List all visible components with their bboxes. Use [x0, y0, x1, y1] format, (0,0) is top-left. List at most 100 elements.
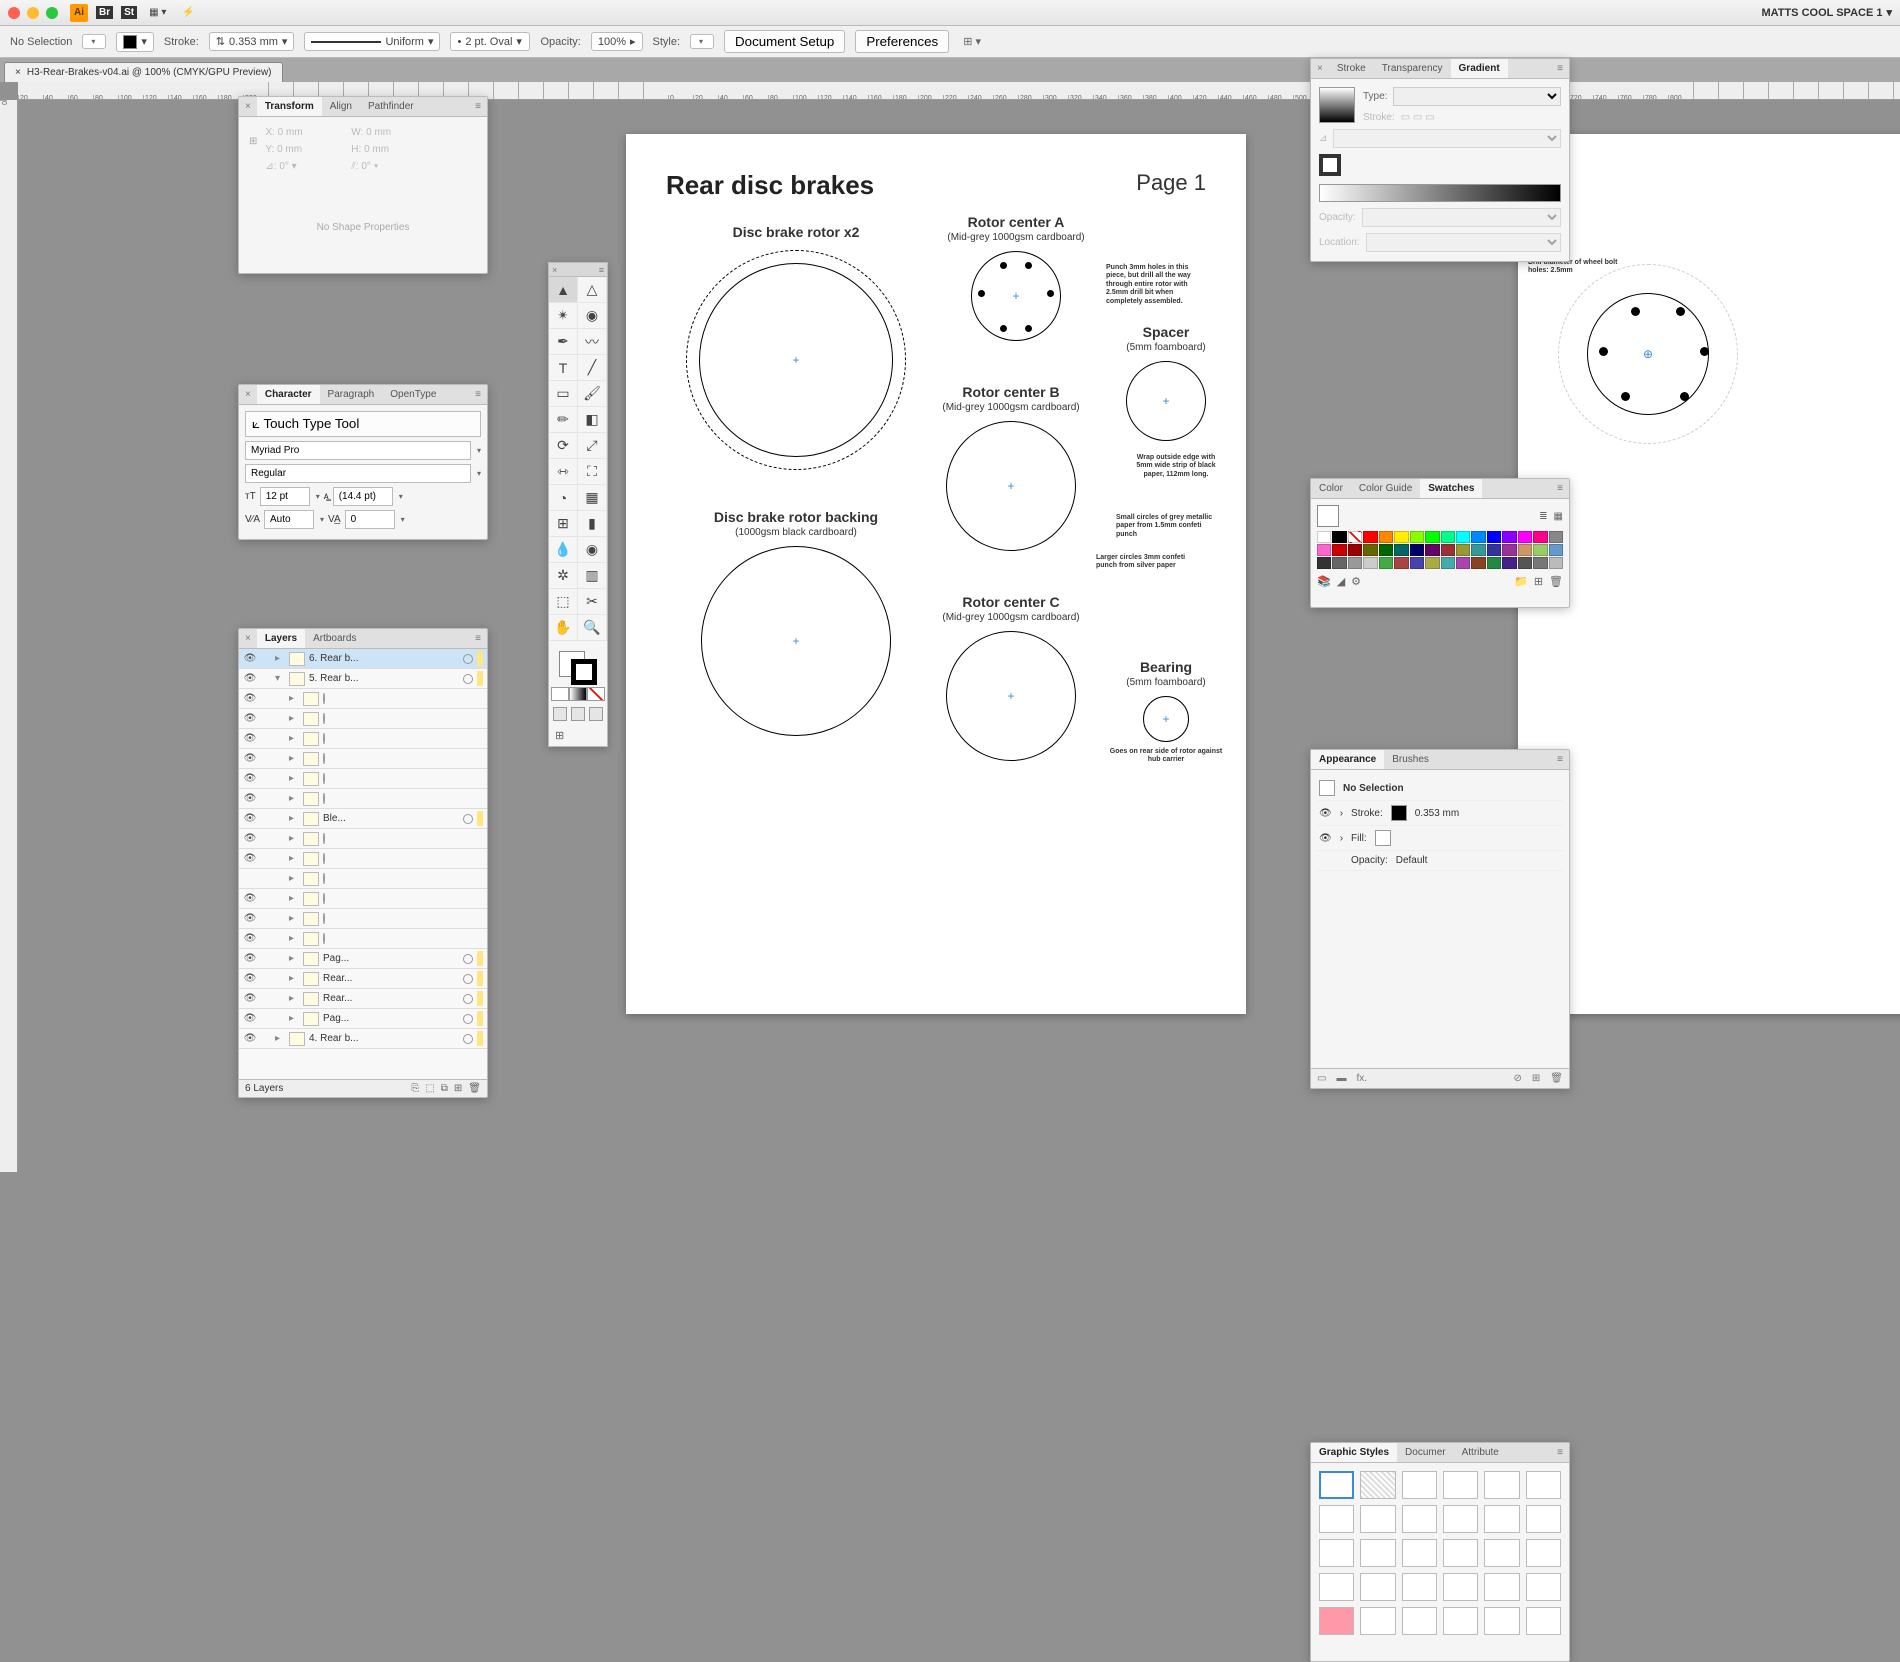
- swatch[interactable]: [1332, 544, 1346, 556]
- new-sublayer-icon[interactable]: ⧉: [441, 1083, 448, 1094]
- graphic-style[interactable]: [1443, 1573, 1478, 1601]
- stock-icon[interactable]: St: [121, 6, 137, 19]
- target-icon[interactable]: [323, 853, 325, 864]
- graphic-style[interactable]: [1443, 1607, 1478, 1635]
- layer-name[interactable]: [323, 873, 483, 884]
- zoom-tool[interactable]: 🔍: [578, 615, 607, 641]
- tab-stroke[interactable]: Stroke: [1329, 59, 1374, 78]
- target-icon[interactable]: [323, 733, 325, 744]
- tab-attributes[interactable]: Attribute: [1454, 1443, 1507, 1462]
- layer-row[interactable]: 👁 ▸: [239, 789, 487, 809]
- gradient-tool[interactable]: ▮: [578, 511, 607, 537]
- tab-pathfinder[interactable]: Pathfinder: [360, 97, 422, 116]
- visibility-icon[interactable]: 👁: [243, 933, 257, 944]
- swatch[interactable]: [1379, 557, 1393, 569]
- delete-icon[interactable]: 🗑: [1550, 1073, 1563, 1084]
- swatch[interactable]: [1533, 531, 1547, 543]
- gradient-slider[interactable]: [1319, 184, 1561, 202]
- swatch[interactable]: [1317, 531, 1331, 543]
- graphic-style[interactable]: [1526, 1505, 1561, 1533]
- panel-close-icon[interactable]: ×: [239, 99, 257, 114]
- disclosure-icon[interactable]: ▸: [275, 1033, 285, 1044]
- tab-artboards[interactable]: Artboards: [305, 629, 364, 648]
- type-tool[interactable]: T: [549, 355, 578, 381]
- tab-close-icon[interactable]: ×: [15, 67, 21, 78]
- curvature-tool[interactable]: 〰: [578, 329, 607, 355]
- layer-name[interactable]: [323, 793, 483, 804]
- font-family-input[interactable]: [245, 441, 471, 460]
- swatch[interactable]: [1348, 544, 1362, 556]
- panel-menu-icon[interactable]: ≡: [1551, 1443, 1569, 1462]
- panel-close-icon[interactable]: ×: [552, 265, 557, 275]
- tab-color[interactable]: Color: [1311, 479, 1351, 498]
- panel-menu-icon[interactable]: ≡: [1551, 479, 1569, 498]
- swatch[interactable]: [1502, 557, 1516, 569]
- tab-document-info[interactable]: Documer: [1397, 1443, 1454, 1462]
- tab-brushes[interactable]: Brushes: [1384, 750, 1437, 769]
- graphic-style[interactable]: [1402, 1607, 1437, 1635]
- screen-mode-buttons[interactable]: [549, 703, 607, 725]
- swatch[interactable]: [1487, 557, 1501, 569]
- swatch[interactable]: [1533, 544, 1547, 556]
- layer-name[interactable]: [323, 853, 483, 864]
- layer-row[interactable]: 👁 ▸: [239, 929, 487, 949]
- zoom-window[interactable]: [46, 7, 58, 19]
- swatch[interactable]: [1441, 544, 1455, 556]
- graphic-style[interactable]: [1526, 1471, 1561, 1499]
- swatch[interactable]: [1332, 531, 1346, 543]
- width-tool[interactable]: ⇿: [549, 459, 578, 485]
- swatch[interactable]: [1363, 557, 1377, 569]
- swatch[interactable]: [1441, 531, 1455, 543]
- swatch-libraries-icon[interactable]: 📚: [1317, 575, 1331, 588]
- layer-name[interactable]: Pag...: [323, 953, 459, 964]
- swatch[interactable]: [1471, 557, 1485, 569]
- visibility-icon[interactable]: 👁: [243, 913, 257, 924]
- disclosure-icon[interactable]: ▸: [289, 693, 299, 704]
- layer-row[interactable]: 👁 ▸: [239, 829, 487, 849]
- hand-tool[interactable]: ✋: [549, 615, 578, 641]
- gradient-preview[interactable]: [1319, 87, 1355, 123]
- swatch[interactable]: [1425, 557, 1439, 569]
- tab-transparency[interactable]: Transparency: [1374, 59, 1451, 78]
- layer-name[interactable]: Pag...: [323, 1013, 459, 1024]
- grid-view-icon[interactable]: ▦: [1554, 511, 1563, 522]
- target-icon[interactable]: [323, 913, 325, 924]
- swatch[interactable]: [1348, 557, 1362, 569]
- target-icon[interactable]: [323, 773, 325, 784]
- disclosure-icon[interactable]: ▸: [289, 833, 299, 844]
- visibility-icon[interactable]: 👁: [243, 1013, 257, 1024]
- tab-gradient[interactable]: Gradient: [1451, 59, 1508, 78]
- graphic-style[interactable]: [1402, 1539, 1437, 1567]
- swatch[interactable]: [1471, 544, 1485, 556]
- swatch[interactable]: [1317, 557, 1331, 569]
- panel-close-icon[interactable]: ×: [1311, 61, 1329, 76]
- shape-builder-tool[interactable]: ◔: [549, 485, 578, 511]
- clear-icon[interactable]: ⊘: [1514, 1073, 1522, 1084]
- target-icon[interactable]: [463, 674, 473, 684]
- panel-menu-icon[interactable]: ≡: [469, 97, 487, 116]
- disclosure-icon[interactable]: ▸: [289, 853, 299, 864]
- swatch[interactable]: [1533, 557, 1547, 569]
- graphic-style[interactable]: [1402, 1505, 1437, 1533]
- stroke-weight-input[interactable]: ⇅ 0.353 mm ▾: [209, 32, 295, 51]
- magic-wand-tool[interactable]: ✴: [549, 303, 578, 329]
- swatch[interactable]: [1410, 544, 1424, 556]
- target-icon[interactable]: [323, 753, 325, 764]
- bridge-icon[interactable]: Br: [96, 6, 113, 19]
- stroke-dropdown[interactable]: ▾: [116, 32, 154, 52]
- layer-row[interactable]: 👁 ▾ 5. Rear b...: [239, 669, 487, 689]
- target-icon[interactable]: [323, 933, 325, 944]
- graphic-style[interactable]: [1402, 1471, 1437, 1499]
- tab-character[interactable]: Character: [257, 385, 320, 404]
- vertical-ruler[interactable]: 0: [0, 100, 18, 1172]
- layer-name[interactable]: [323, 933, 483, 944]
- layer-row[interactable]: ▸: [239, 869, 487, 889]
- graphic-style[interactable]: [1484, 1505, 1519, 1533]
- eyedropper-tool[interactable]: 💧: [549, 537, 578, 563]
- kerning-input[interactable]: [264, 510, 314, 529]
- swatch[interactable]: [1549, 544, 1563, 556]
- tab-color-guide[interactable]: Color Guide: [1351, 479, 1420, 498]
- graphic-style[interactable]: [1484, 1539, 1519, 1567]
- target-icon[interactable]: [323, 693, 325, 704]
- eraser-tool[interactable]: ◧: [578, 407, 607, 433]
